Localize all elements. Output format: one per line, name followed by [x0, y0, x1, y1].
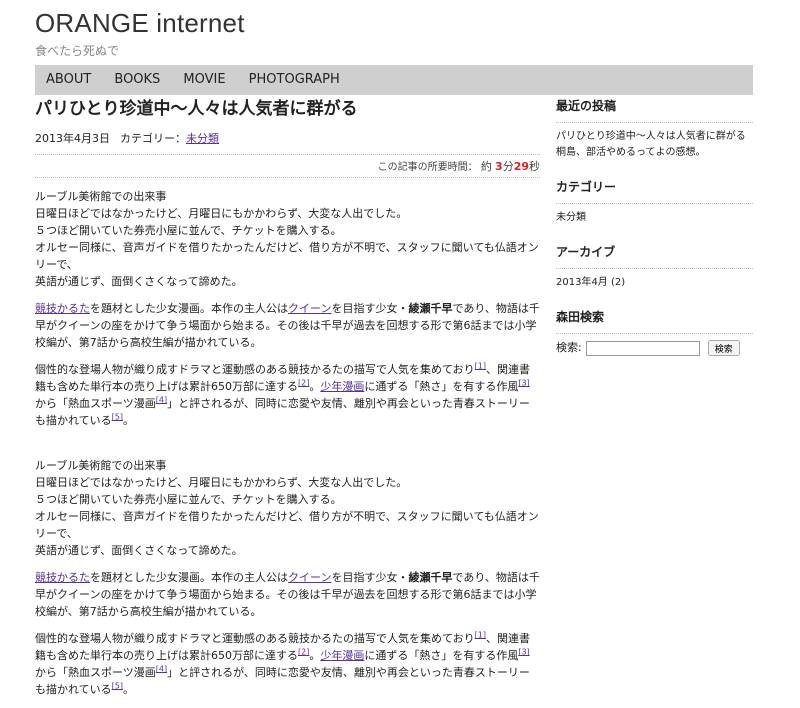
shonen-manga-link[interactable]: 少年漫画: [320, 380, 364, 393]
archive-item[interactable]: 2013年4月 (2): [556, 275, 753, 291]
reception-text: 。: [309, 380, 321, 393]
nav-item-about[interactable]: ABOUT: [46, 65, 91, 95]
post-date: 2013年4月3日: [35, 132, 110, 145]
reception-text: 。: [309, 649, 321, 662]
summary-text: を目指す少女・: [331, 571, 409, 584]
intro-line: ５つほど開いていた券売小屋に並んで、チケットを購入する。: [35, 493, 342, 506]
reception-text: から「熱血スポーツ漫画: [35, 397, 156, 410]
karuta-link[interactable]: 競技かるた: [35, 571, 90, 584]
queen-link[interactable]: クイーン: [288, 302, 331, 315]
search-widget-title: 森田検索: [556, 309, 753, 334]
intro-line: 英語が通じず、面倒くさくなって諦めた。: [35, 275, 243, 288]
reference-link[interactable]: [3]: [518, 378, 529, 387]
karuta-link[interactable]: 競技かるた: [35, 302, 90, 315]
main-content: パリひとり珍道中〜人々は人気者に群がる 2013年4月3日 カテゴリー：未分類 こ…: [35, 98, 540, 708]
search-form: 検索: 検索: [556, 340, 753, 356]
recent-posts-title: 最近の投稿: [556, 98, 753, 123]
post-meta: 2013年4月3日 カテゴリー：未分類: [35, 130, 540, 146]
reception-paragraph: 個性的な登場人物が織り成すドラマと運動感のある競技かるたの描写で人気を集めており…: [35, 630, 540, 698]
reference-link[interactable]: [2]: [298, 378, 309, 387]
reference-link[interactable]: [2]: [298, 647, 309, 656]
summary-text: を題材とした少女漫画。本作の主人公は: [90, 571, 288, 584]
character-name: 綾瀬千早: [408, 571, 453, 584]
summary-paragraph: 競技かるたを題材とした少女漫画。本作の主人公はクイーンを目指す少女・綾瀬千早であ…: [35, 569, 540, 620]
reference-link[interactable]: [1]: [475, 361, 486, 370]
intro-line: ルーブル美術館での出来事: [35, 459, 167, 472]
category-link[interactable]: 未分類: [186, 132, 219, 145]
intro-line: オルセー同様に、音声ガイドを借りたかったんだけど、借り方が不明で、スタッフに聞い…: [35, 241, 539, 271]
archive-widget-title: アーカイブ: [556, 244, 753, 269]
intro-line: ルーブル美術館での出来事: [35, 190, 167, 203]
read-time-approx: 約: [480, 160, 492, 173]
search-label: 検索:: [556, 341, 582, 354]
reception-text: に通ずる「熱さ」を有する作風: [364, 380, 519, 393]
recent-post-item[interactable]: 桐島、部活やめるってよの感想。: [556, 145, 753, 161]
reception-text: 個性的な登場人物が織り成すドラマと運動感のある競技かるたの描写で人気を集めており: [35, 363, 475, 376]
read-time-sec-unit: 秒: [529, 160, 540, 173]
search-input[interactable]: [585, 340, 700, 356]
character-name: 綾瀬千早: [408, 302, 453, 315]
nav-item-books[interactable]: BOOKS: [114, 65, 160, 95]
read-time-minutes: 3: [495, 160, 503, 173]
reception-text: 。: [123, 414, 135, 427]
reference-link[interactable]: [3]: [518, 647, 529, 656]
search-button[interactable]: 検索: [707, 340, 740, 356]
reception-text: から「熱血スポーツ漫画: [35, 666, 156, 679]
reference-link[interactable]: [4]: [156, 664, 167, 673]
read-time-min-unit: 分: [502, 160, 514, 173]
category-item[interactable]: 未分類: [556, 210, 753, 226]
sidebar: 最近の投稿 パリひとり珍道中〜人々は人気者に群がる 桐島、部活やめるってよの感想…: [556, 98, 753, 374]
intro-line: オルセー同様に、音声ガイドを借りたかったんだけど、借り方が不明で、スタッフに聞い…: [35, 510, 539, 540]
reception-text: 個性的な登場人物が織り成すドラマと運動感のある競技かるたの描写で人気を集めており: [35, 632, 475, 645]
nav-item-photograph[interactable]: PHOTOGRAPH: [249, 65, 340, 95]
category-label: カテゴリー：: [120, 132, 186, 145]
archive-widget: アーカイブ 2013年4月 (2): [556, 244, 753, 291]
reference-link[interactable]: [1]: [475, 630, 486, 639]
reference-link[interactable]: [4]: [156, 395, 167, 404]
summary-text: を目指す少女・: [331, 302, 409, 315]
reception-text: に通ずる「熱さ」を有する作風: [364, 649, 519, 662]
intro-line: ５つほど開いていた券売小屋に並んで、チケットを購入する。: [35, 224, 342, 237]
reception-paragraph: 個性的な登場人物が織り成すドラマと運動感のある競技かるたの描写で人気を集めており…: [35, 361, 540, 429]
read-time-seconds: 29: [513, 160, 529, 173]
intro-line: 日曜日ほどではなかったけど、月曜日にもかかわらず、大変な人出でした。: [35, 476, 408, 489]
intro-line: 日曜日ほどではなかったけど、月曜日にもかかわらず、大変な人出でした。: [35, 207, 408, 220]
main-nav: ABOUT BOOKS MOVIE PHOTOGRAPH: [35, 65, 753, 95]
queen-link[interactable]: クイーン: [288, 571, 331, 584]
intro-paragraph: ルーブル美術館での出来事 日曜日ほどではなかったけど、月曜日にもかかわらず、大変…: [35, 457, 540, 559]
summary-paragraph: 競技かるたを題材とした少女漫画。本作の主人公はクイーンを目指す少女・綾瀬千早であ…: [35, 300, 540, 351]
post-title[interactable]: パリひとり珍道中〜人々は人気者に群がる: [35, 98, 540, 120]
reference-link[interactable]: [5]: [112, 412, 123, 421]
category-widget-title: カテゴリー: [556, 179, 753, 204]
nav-item-movie[interactable]: MOVIE: [183, 65, 225, 95]
post-body: ルーブル美術館での出来事 日曜日ほどではなかったけど、月曜日にもかかわらず、大変…: [35, 188, 540, 698]
site-tagline: 食べたら死ぬで: [35, 44, 120, 58]
shonen-manga-link[interactable]: 少年漫画: [320, 649, 364, 662]
recent-posts-widget: 最近の投稿 パリひとり珍道中〜人々は人気者に群がる 桐島、部活やめるってよの感想…: [556, 98, 753, 161]
site-title[interactable]: ORANGE internet: [35, 8, 245, 39]
category-widget: カテゴリー 未分類: [556, 179, 753, 226]
recent-post-item[interactable]: パリひとり珍道中〜人々は人気者に群がる: [556, 129, 753, 145]
intro-paragraph: ルーブル美術館での出来事 日曜日ほどではなかったけど、月曜日にもかかわらず、大変…: [35, 188, 540, 290]
intro-line: 英語が通じず、面倒くさくなって諦めた。: [35, 544, 243, 557]
search-widget: 森田検索 検索: 検索: [556, 309, 753, 356]
read-time-label: この記事の所要時間：: [377, 162, 478, 173]
reception-text: 。: [123, 683, 135, 696]
reference-link[interactable]: [5]: [112, 681, 123, 690]
read-time: この記事の所要時間： 約 3分29秒: [35, 154, 540, 178]
summary-text: を題材とした少女漫画。本作の主人公は: [90, 302, 288, 315]
